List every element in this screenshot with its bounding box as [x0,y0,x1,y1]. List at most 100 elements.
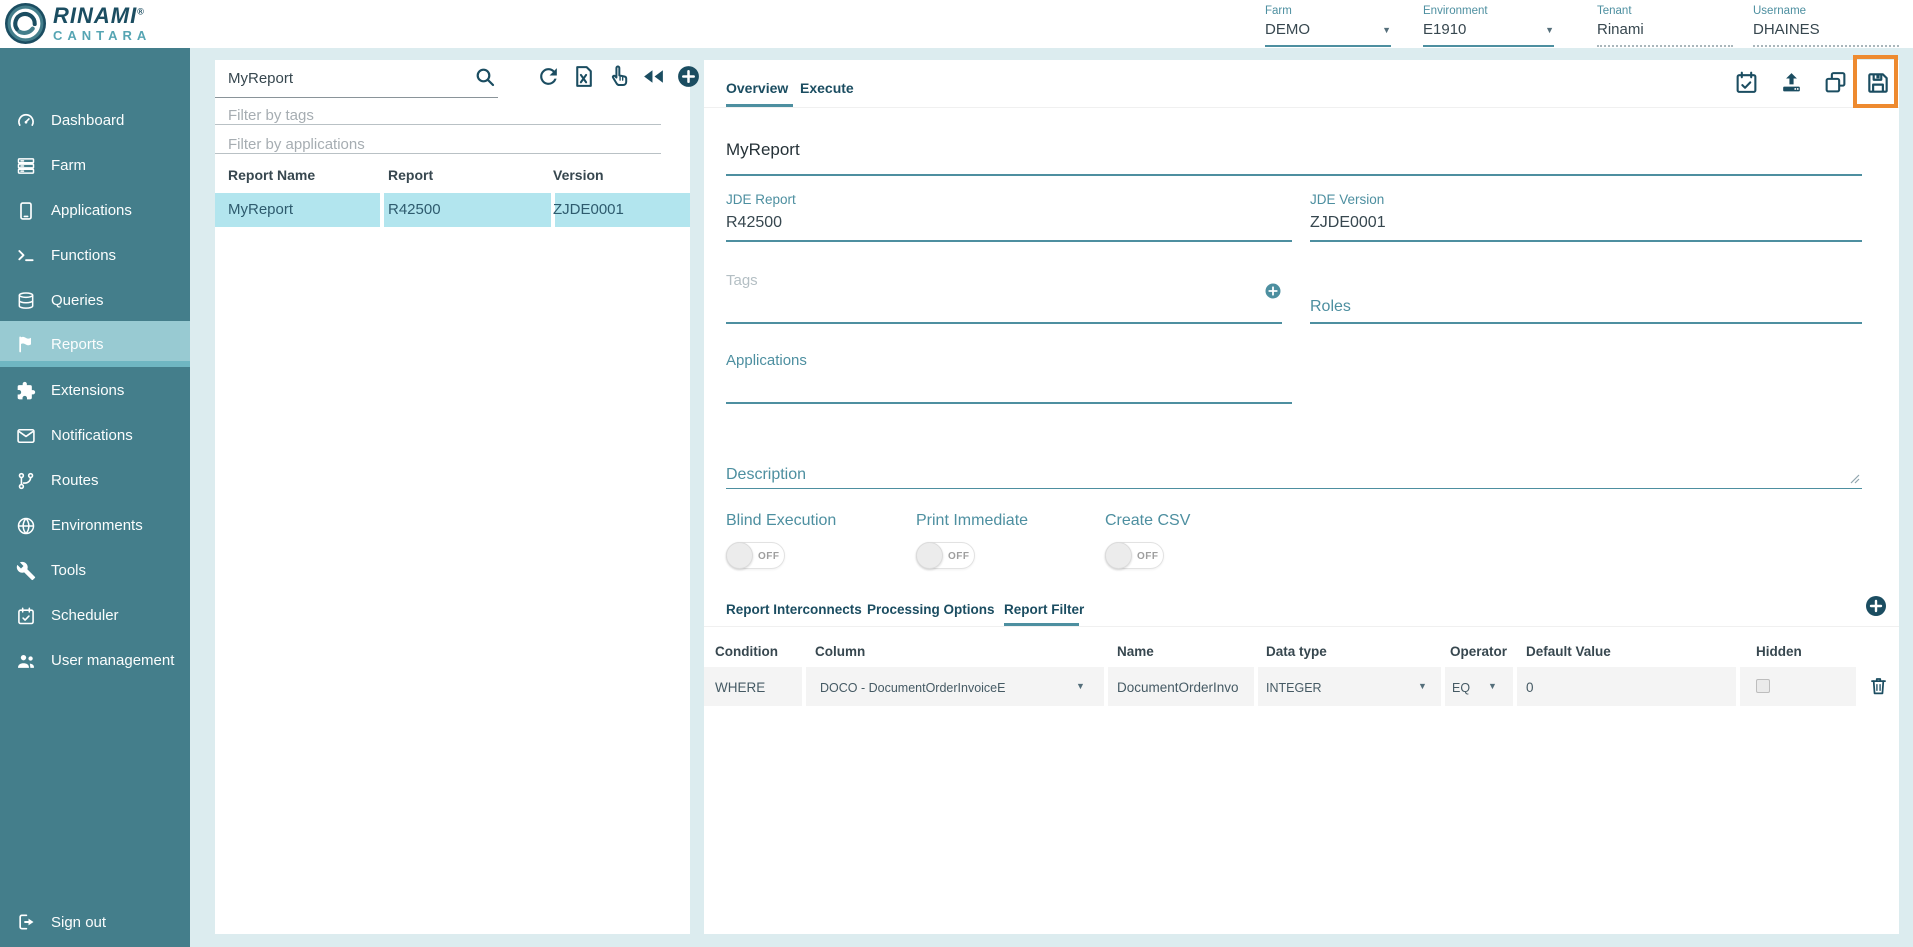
tab-execute[interactable]: Execute [800,80,854,96]
filter-name-input[interactable]: DocumentOrderInvo [1117,680,1239,695]
sidebar-item-label: Environments [51,517,143,534]
tags-input[interactable]: Tags [726,272,758,289]
filter-default-value-input[interactable]: 0 [1526,680,1534,695]
chevron-down-icon[interactable]: ▼ [1488,681,1497,691]
sidebar-item-routes[interactable]: Routes [0,458,190,503]
sidebar-item-queries[interactable]: Queries [0,278,190,323]
export-excel-button[interactable] [570,63,597,90]
brand-logo: RINAMI® CANTARA [5,3,151,44]
subtab-report-interconnects[interactable]: Report Interconnects [726,602,862,617]
reports-icon [16,334,36,354]
extensions-icon [16,381,36,401]
sidebar-item-functions[interactable]: Functions [0,233,190,278]
hidden-checkbox[interactable] [1756,679,1770,693]
description-field[interactable] [726,488,1862,489]
filter-condition-value: WHERE [715,680,765,695]
tenant-label: Tenant [1597,5,1733,17]
create-csv-toggle[interactable]: OFF [1105,542,1164,569]
row-version: ZJDE0001 [553,201,624,218]
report-name-field[interactable]: MyReport [726,140,800,160]
schedule-report-button[interactable] [1734,70,1759,95]
column-header-version: Version [553,167,604,183]
sidebar-item-label: Tools [51,562,86,579]
sidebar-item-environments[interactable]: Environments [0,503,190,548]
applications-field[interactable] [726,402,1292,404]
farm-icon [16,156,36,176]
row-report-name: MyReport [228,201,293,218]
search-icon[interactable] [473,65,497,89]
top-bar: RINAMI® CANTARA Farm DEMO ▼ Environment … [0,0,1913,48]
roles-field[interactable] [1310,322,1862,324]
create-csv-toggle-group: Create CSV OFF [1105,512,1190,569]
row-report: R42500 [388,201,441,218]
chevron-down-icon[interactable]: ▼ [1076,681,1085,691]
delete-filter-button[interactable] [1868,675,1889,696]
column-header-report: Report [388,167,433,183]
filter-operator-select[interactable]: EQ [1452,681,1470,695]
farm-label: Farm [1265,5,1391,17]
chevron-down-icon[interactable]: ▼ [1418,681,1427,691]
print-immediate-label: Print Immediate [916,512,1028,530]
jde-report-field[interactable]: R42500 [726,214,782,232]
add-tag-button[interactable] [1264,282,1282,300]
refresh-button[interactable] [535,63,562,90]
environment-select[interactable]: Environment E1910 ▼ [1423,5,1554,47]
jde-version-field[interactable]: ZJDE0001 [1310,214,1386,232]
blind-execution-toggle[interactable]: OFF [726,542,785,569]
print-immediate-toggle-group: Print Immediate OFF [916,512,1028,569]
chevron-down-icon: ▼ [1382,25,1391,35]
sidebar-item-scheduler[interactable]: Scheduler [0,593,190,638]
sidebar-item-label: Queries [51,292,104,309]
environments-icon [16,516,36,536]
sidebar-item-label: Farm [51,157,86,174]
farm-value: DEMO [1265,21,1310,38]
notifications-icon [16,426,36,446]
sidebar-item-notifications[interactable]: Notifications [0,413,190,458]
sidebar-item-label: Extensions [51,382,124,399]
filter-col-hidden: Hidden [1756,644,1802,659]
column-header-report-name: Report Name [228,167,315,183]
add-report-button[interactable] [675,63,702,90]
save-report-button[interactable] [1865,70,1891,96]
search-input-underline [215,97,498,98]
sidebar-item-user-management[interactable]: User management [0,638,190,683]
print-immediate-toggle[interactable]: OFF [916,542,975,569]
add-filter-button[interactable] [1864,594,1888,618]
filter-data-type-select[interactable]: INTEGER [1266,681,1322,695]
filter-tags-underline [215,124,661,125]
sidebar-item-applications[interactable]: Applications [0,188,190,233]
filter-applications-input[interactable]: Filter by applications [228,136,365,153]
sign-out-button[interactable]: Sign out [0,903,190,941]
tab-overview[interactable]: Overview [726,80,788,96]
sidebar-item-extensions[interactable]: Extensions [0,368,190,413]
create-csv-label: Create CSV [1105,512,1190,530]
sidebar-item-reports[interactable]: Reports [0,321,190,367]
subtab-report-filter[interactable]: Report Filter [1004,602,1084,617]
dashboard-icon [16,111,36,131]
filter-col-column: Column [815,644,865,659]
rewind-button[interactable] [640,63,667,90]
textarea-resize-handle[interactable] [1850,474,1860,484]
sidebar-item-farm[interactable]: Farm [0,143,190,188]
filter-tags-input[interactable]: Filter by tags [228,107,314,124]
environment-label: Environment [1423,5,1554,17]
roles-label: Roles [1310,298,1351,316]
filter-applications-underline [215,153,661,154]
filter-column-select[interactable]: DOCO - DocumentOrderInvoiceE [820,681,1005,695]
filter-col-name: Name [1117,644,1154,659]
search-input[interactable]: MyReport [228,70,293,87]
subtab-processing-options[interactable]: Processing Options [867,602,995,617]
hand-pointer-button[interactable] [605,63,632,90]
jde-version-label: JDE Version [1310,192,1384,207]
jde-report-label: JDE Report [726,192,796,207]
upload-icon[interactable] [1779,70,1804,95]
copy-report-button[interactable] [1823,70,1848,95]
brand-logo-icon [5,3,46,44]
registered-mark: ® [137,7,145,17]
sidebar-item-tools[interactable]: Tools [0,548,190,593]
toggle-state: OFF [1137,551,1159,562]
chevron-down-icon: ▼ [1545,25,1554,35]
farm-select[interactable]: Farm DEMO ▼ [1265,5,1391,47]
sidebar-item-dashboard[interactable]: Dashboard [0,98,190,143]
filter-col-default-value: Default Value [1526,644,1611,659]
